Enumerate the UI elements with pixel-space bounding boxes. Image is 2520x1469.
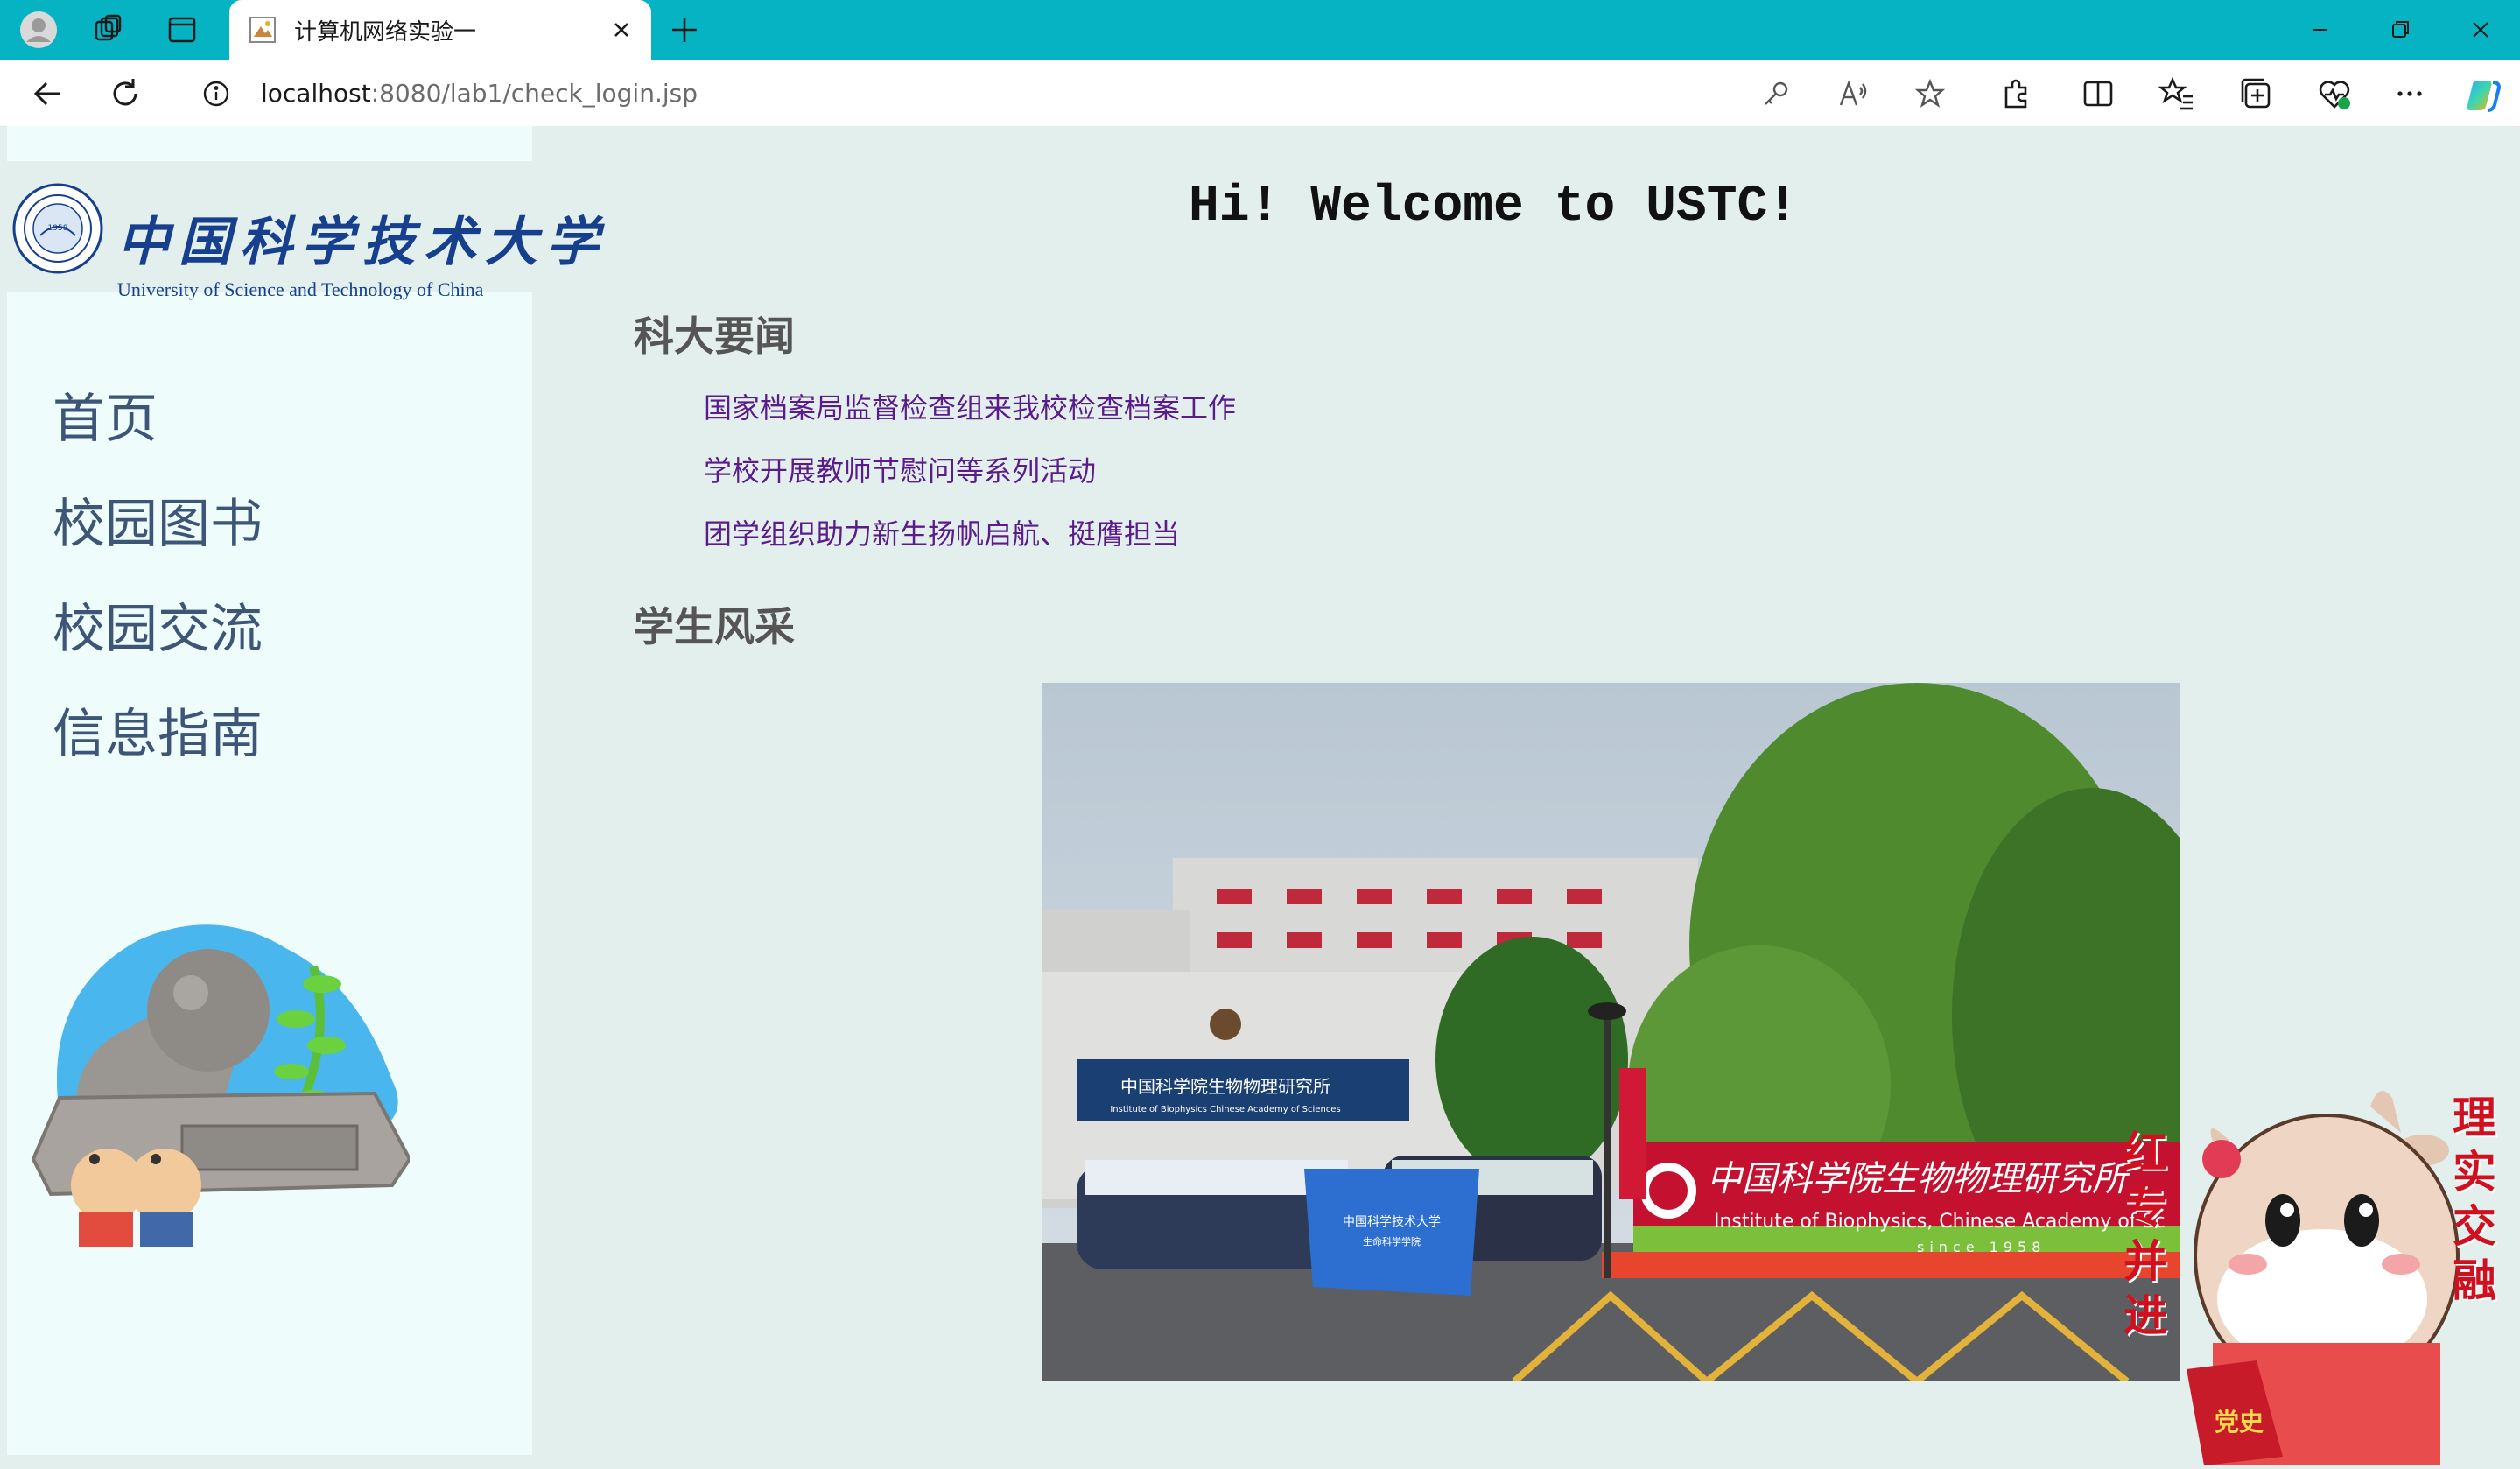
- welcome-heading: Hi! Welcome to USTC!: [1189, 179, 1799, 235]
- window-close-icon[interactable]: [2461, 12, 2500, 47]
- nav-item-home[interactable]: 首页: [53, 380, 263, 485]
- building-sign-en: Institute of Biophysics Chinese Academy …: [1110, 1105, 1340, 1114]
- campus-statue-illustration: [25, 896, 412, 1247]
- tab-active[interactable]: 计算机网络实验一: [229, 0, 651, 60]
- cow-slogan-left: 红专并进: [2123, 1127, 2167, 1341]
- news-heading: 科大要闻: [634, 313, 795, 360]
- url-path: :8080/lab1/check_login.jsp: [370, 79, 698, 108]
- copilot-icon[interactable]: [2463, 75, 2502, 112]
- logo-chinese-name: 中国科学技术大学: [117, 212, 607, 273]
- banner-cn: 中国科学技术大学: [1343, 1215, 1441, 1229]
- ustc-logo[interactable]: 1958 中国科学技术大学 University of Science and …: [7, 161, 599, 300]
- vertical-tabs-icon[interactable]: [163, 11, 201, 49]
- sidebar: 1958 中国科学技术大学 University of Science and …: [7, 126, 599, 1455]
- sign-cn: 中国科学院生物物理研究所: [1707, 1159, 2132, 1199]
- logo-english-name: University of Science and Technology of …: [117, 278, 484, 300]
- workspaces-icon[interactable]: [89, 11, 128, 49]
- page: 1958 中国科学技术大学 University of Science and …: [7, 126, 2513, 1465]
- favorite-star-icon[interactable]: [1914, 78, 1946, 109]
- browser-tab-bar: 计算机网络实验一: [0, 0, 2520, 60]
- password-key-icon[interactable]: [1761, 79, 1791, 109]
- sign-en: Institute of Biophysics, Chinese Academy…: [1714, 1211, 2166, 1233]
- ustc-emblem-icon: 1958: [12, 183, 103, 274]
- restore-icon[interactable]: [2381, 12, 2419, 47]
- tab-title: 计算机网络实验一: [294, 19, 477, 46]
- students-heading: 学生风采: [634, 603, 795, 650]
- minimize-icon[interactable]: [2300, 12, 2339, 47]
- news-link[interactable]: 学校开展教师节慰问等系列活动: [704, 452, 1236, 515]
- favorites-list-icon[interactable]: [2158, 75, 2195, 112]
- profile-avatar-icon[interactable]: [19, 11, 58, 49]
- more-options-icon[interactable]: [2391, 75, 2428, 112]
- extensions-icon[interactable]: [1997, 75, 2034, 112]
- site-info-icon[interactable]: [201, 79, 231, 109]
- student-group-photo: 中国科学院生物物理研究所 Institute of Biophysics Chi…: [1042, 683, 2180, 1381]
- split-screen-icon[interactable]: [2080, 75, 2116, 112]
- address-bar[interactable]: localhost:8080/lab1/check_login.jsp: [175, 67, 1964, 119]
- read-aloud-icon[interactable]: [1838, 79, 1868, 109]
- nav-item-library[interactable]: 校园图书: [53, 485, 263, 590]
- browser-essentials-icon[interactable]: [2316, 75, 2353, 112]
- refresh-icon[interactable]: [107, 75, 144, 112]
- page-favicon-icon: [249, 16, 277, 44]
- cow-book-text: 党史: [2215, 1408, 2264, 1437]
- sidebar-nav: 首页 校园图书 校园交流 信息指南: [53, 380, 263, 800]
- tab-close-icon[interactable]: [607, 16, 635, 44]
- cow-mascot-illustration: 党史 红专并进 理实交融: [2108, 1080, 2510, 1465]
- news-link[interactable]: 国家档案局监督检查组来我校检查档案工作: [704, 389, 1236, 452]
- nav-item-exchange[interactable]: 校园交流: [53, 590, 263, 695]
- new-tab-icon[interactable]: [667, 12, 702, 47]
- cow-slogan-right: 理实交融: [2453, 1092, 2496, 1306]
- back-arrow-icon[interactable]: [30, 75, 67, 112]
- browser-toolbar: localhost:8080/lab1/check_login.jsp: [0, 60, 2520, 127]
- banner-sub: 生命科学学院: [1363, 1235, 1421, 1248]
- collections-icon[interactable]: [2237, 75, 2274, 112]
- news-link[interactable]: 团学组织助力新生扬帆启航、挺膺担当: [704, 515, 1236, 578]
- emblem-year: 1958: [48, 224, 68, 233]
- news-list: 国家档案局监督检查组来我校检查档案工作 学校开展教师节慰问等系列活动 团学组织助…: [704, 389, 1236, 578]
- url-host: localhost: [261, 79, 371, 108]
- nav-item-guide[interactable]: 信息指南: [53, 695, 263, 800]
- building-sign-cn: 中国科学院生物物理研究所: [1120, 1076, 1330, 1097]
- url-text[interactable]: localhost:8080/lab1/check_login.jsp: [261, 79, 698, 108]
